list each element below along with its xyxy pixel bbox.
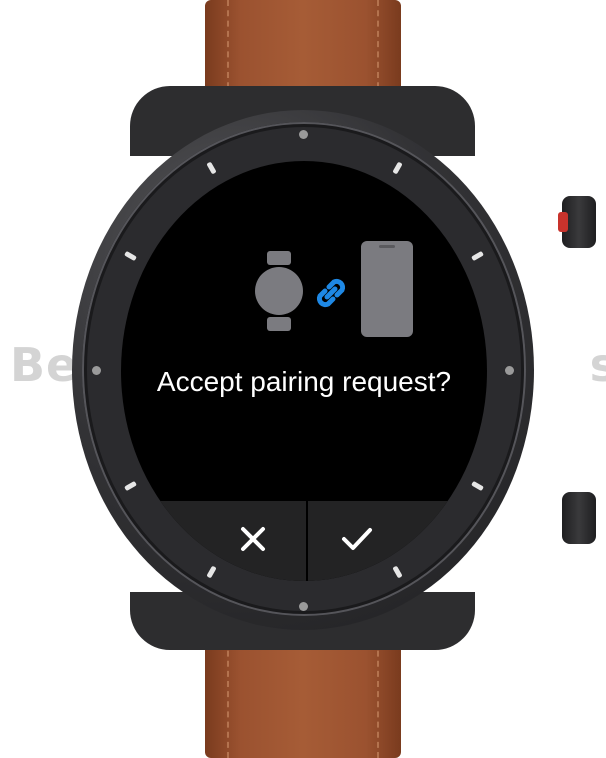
- link-icon: [311, 273, 351, 318]
- watch-screen: Accept pairing request?: [121, 161, 487, 581]
- smartwatch-icon: [254, 251, 304, 336]
- bezel-dot-left: [92, 366, 101, 375]
- accept-button[interactable]: [308, 501, 487, 581]
- watermark-left: Be: [10, 338, 79, 392]
- crown-button-top[interactable]: [558, 196, 596, 248]
- bezel-dot-right: [505, 366, 514, 375]
- reject-button[interactable]: [121, 501, 308, 581]
- bezel-dot-bottom: [299, 602, 308, 611]
- bezel-dot-top: [299, 130, 308, 139]
- smartphone-icon: [361, 241, 413, 342]
- close-icon: [238, 524, 268, 559]
- crown-button-bottom[interactable]: [562, 492, 596, 544]
- watermark-right: s: [589, 338, 606, 392]
- action-bar: [121, 501, 487, 581]
- pairing-icons: [121, 241, 487, 341]
- check-icon: [340, 524, 374, 559]
- pairing-prompt-text: Accept pairing request?: [156, 366, 452, 397]
